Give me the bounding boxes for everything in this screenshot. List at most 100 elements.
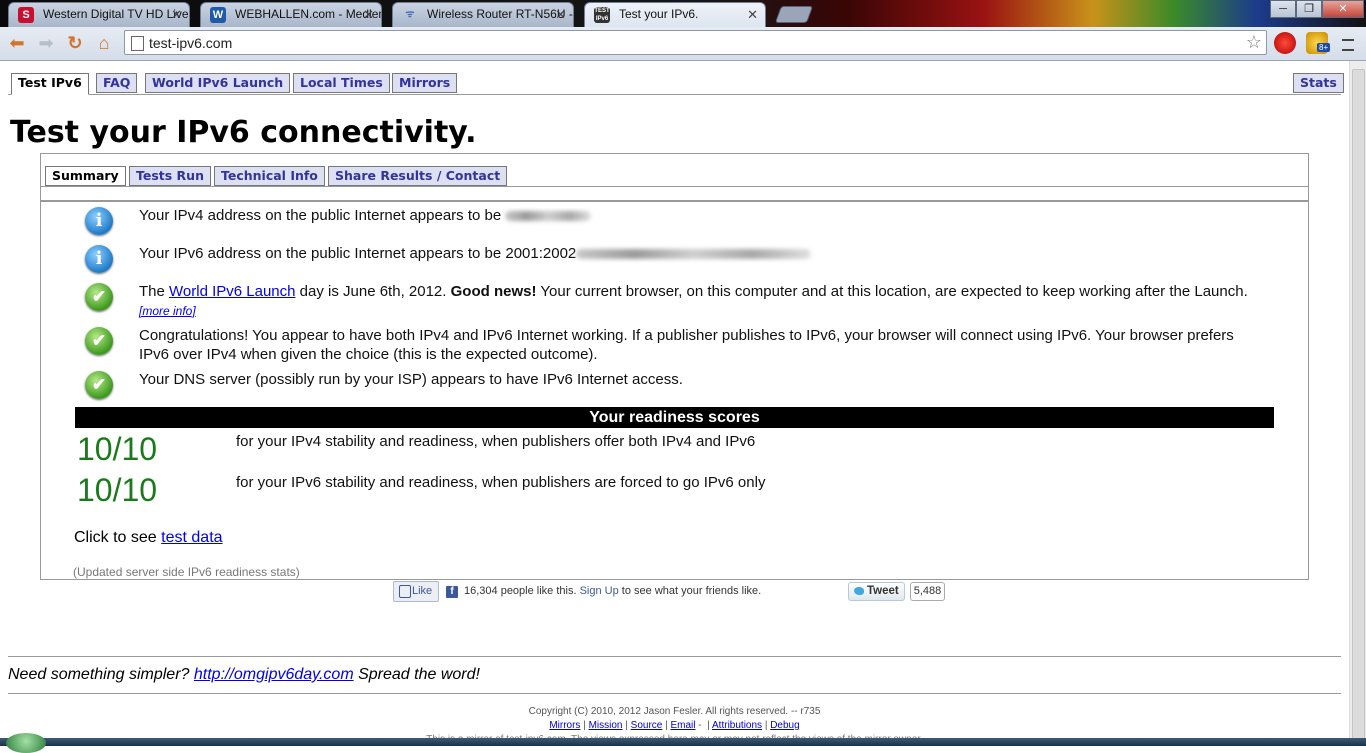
browser-tab-title: Wireless Router RT-N56U - [427, 7, 573, 21]
click-to-see: Click to see test data [74, 529, 223, 547]
checkmark-icon: ✔ [85, 371, 113, 399]
message-dns: ✔ Your DNS server (possibly run by your … [85, 370, 1265, 399]
address-input[interactable] [149, 32, 1229, 53]
tab-mirrors[interactable]: Mirrors [392, 73, 458, 93]
subtab-tests-run[interactable]: Tests Run [129, 166, 211, 186]
tab-close-icon[interactable]: ✕ [555, 3, 566, 26]
facebook-icon: f [446, 586, 458, 598]
checkmark-icon: ✔ [85, 283, 113, 311]
minimize-button[interactable]: ─ [1270, 0, 1296, 18]
test-data-link[interactable]: test data [161, 529, 222, 546]
footer-link-debug[interactable]: Debug [770, 720, 799, 731]
tab-favicon-icon: S [18, 7, 34, 23]
message-ipv6-address: i Your IPv6 address on the public Intern… [85, 244, 1265, 273]
footer-link-attributions[interactable]: Attributions [712, 720, 762, 731]
results-subtabs: Summary Tests Run Technical Info Share R… [41, 154, 1308, 202]
results-panel: Summary Tests Run Technical Info Share R… [40, 153, 1309, 580]
info-icon: i [85, 245, 113, 273]
browser-tabstrip: S Western Digital TV HD Live ✕ W WEBHALL… [0, 0, 1366, 27]
os-taskbar [0, 738, 1366, 746]
ipv4-score-desc: for your IPv4 stability and readiness, w… [236, 433, 756, 450]
divider [8, 693, 1341, 694]
tab-world-ipv6-launch[interactable]: World IPv6 Launch [145, 73, 291, 93]
click-to-see-label: Click to see [74, 529, 157, 546]
twitter-bird-icon [854, 587, 864, 595]
tab-favicon-icon: W [210, 7, 226, 23]
tweet-button[interactable]: Tweet [848, 582, 905, 601]
thumbs-up-icon [399, 585, 411, 598]
message-text: Your IPv6 address on the public Internet… [139, 245, 577, 262]
tab-local-times[interactable]: Local Times [293, 73, 390, 93]
subtab-technical-info[interactable]: Technical Info [214, 166, 325, 186]
divider [8, 656, 1341, 657]
bookmark-star-icon[interactable]: ☆ [1246, 31, 1262, 54]
simpler-suffix: Spread the word! [358, 666, 480, 683]
page-title: Test your IPv6 connectivity. [10, 115, 477, 150]
checkmark-icon: ✔ [85, 327, 113, 355]
ipv4-score: 10/10 [77, 431, 158, 467]
tab-close-icon[interactable]: ✕ [747, 3, 758, 26]
message-text: Your DNS server (possibly run by your IS… [139, 371, 683, 388]
wrench-icon[interactable] [1338, 32, 1358, 54]
message-text: day is June 6th, 2012. [299, 283, 447, 300]
subtab-summary[interactable]: Summary [45, 166, 126, 186]
maximize-button[interactable]: ❐ [1296, 0, 1322, 18]
copyright: Copyright (C) 2010, 2012 Jason Fesler. A… [528, 706, 821, 717]
wireless-favicon-icon: ᯤ [405, 9, 415, 20]
footer-link-source[interactable]: Source [631, 720, 663, 731]
world-ipv6-launch-link[interactable]: World IPv6 Launch [169, 283, 295, 300]
tab-test-ipv6[interactable]: Test IPv6 [11, 73, 89, 95]
browser-toolbar: ⬅ ➡ ↻ ⌂ ☆ 8+ [0, 27, 1366, 61]
simpler-promo: Need something simpler? http://omgipv6da… [8, 666, 480, 684]
new-tab-button[interactable] [774, 6, 814, 23]
home-icon[interactable]: ⌂ [93, 32, 115, 54]
message-text: Your current browser, on this computer a… [540, 283, 1248, 300]
tab-close-icon[interactable]: ✕ [171, 3, 182, 26]
browser-tab-title: Western Digital TV HD Live [43, 7, 189, 21]
vertical-scrollbar[interactable] [1349, 61, 1366, 746]
message-dual-stack: ✔ Congratulations! You appear to have bo… [85, 326, 1265, 366]
browser-tab[interactable]: ᯤ Wireless Router RT-N56U - ✕ [392, 2, 574, 27]
facebook-like-button[interactable]: Like [393, 581, 439, 602]
tab-close-icon[interactable]: ✕ [363, 3, 374, 26]
browser-tab-title: WEBHALLEN.com - Medlem [235, 7, 382, 21]
facebook-signup-link[interactable]: Sign Up [580, 585, 619, 597]
info-icon: i [85, 207, 113, 235]
forward-arrow-icon[interactable]: ➡ [35, 32, 57, 54]
ipv6-score-desc: for your IPv6 stability and readiness, w… [236, 474, 766, 491]
browser-tab[interactable]: W WEBHALLEN.com - Medlem ✕ [200, 2, 382, 27]
extension-bell-icon[interactable]: 8+ [1306, 32, 1331, 54]
footer-link-email[interactable]: Email [671, 720, 696, 731]
close-window-button[interactable]: ✕ [1322, 0, 1364, 18]
message-text: Congratulations! You appear to have both… [139, 327, 1234, 363]
start-button[interactable] [6, 733, 46, 753]
main-nav: Test IPv6 FAQ World IPv6 Launch Local Ti… [8, 61, 1344, 95]
like-count-text: 16,304 people like this. [464, 585, 577, 597]
more-info-link[interactable]: [more info] [139, 304, 196, 318]
browser-tab[interactable]: S Western Digital TV HD Live ✕ [8, 2, 190, 27]
tweet-count: 5,488 [910, 582, 945, 601]
extension-badge: 8+ [1317, 43, 1331, 52]
tab-stats[interactable]: Stats [1293, 73, 1344, 93]
footer-link-mission[interactable]: Mission [589, 720, 623, 731]
good-news-label: Good news! [450, 283, 537, 300]
reload-icon[interactable]: ↻ [64, 32, 86, 54]
scrollbar-thumb[interactable] [1352, 69, 1365, 739]
subtab-share-results[interactable]: Share Results / Contact [328, 166, 508, 186]
footer-link-mirrors[interactable]: Mirrors [549, 720, 580, 731]
back-arrow-icon[interactable]: ⬅ [6, 32, 28, 54]
omgipv6day-link[interactable]: http://omgipv6day.com [194, 666, 354, 683]
footer-links: Mirrors | Mission | Source | Email - | A… [549, 720, 800, 731]
redacted-ip [505, 211, 592, 222]
browser-tab-title: Test your IPv6. [619, 7, 699, 21]
simpler-prefix: Need something simpler? [8, 666, 190, 683]
address-bar[interactable]: ☆ [124, 30, 1267, 55]
message-world-ipv6-launch: ✔ The World IPv6 Launch day is June 6th,… [85, 282, 1265, 322]
facebook-like-count: 16,304 people like this. Sign Up to see … [464, 585, 761, 597]
redacted-ip [576, 249, 812, 260]
page-viewport: Test IPv6 FAQ World IPv6 Launch Local Ti… [0, 61, 1349, 746]
browser-tab-active[interactable]: TEST IPv6 Test your IPv6. ✕ [584, 2, 766, 27]
readiness-heading: Your readiness scores [75, 407, 1274, 428]
extension-power-icon[interactable] [1274, 32, 1296, 54]
tab-faq[interactable]: FAQ [96, 73, 138, 93]
